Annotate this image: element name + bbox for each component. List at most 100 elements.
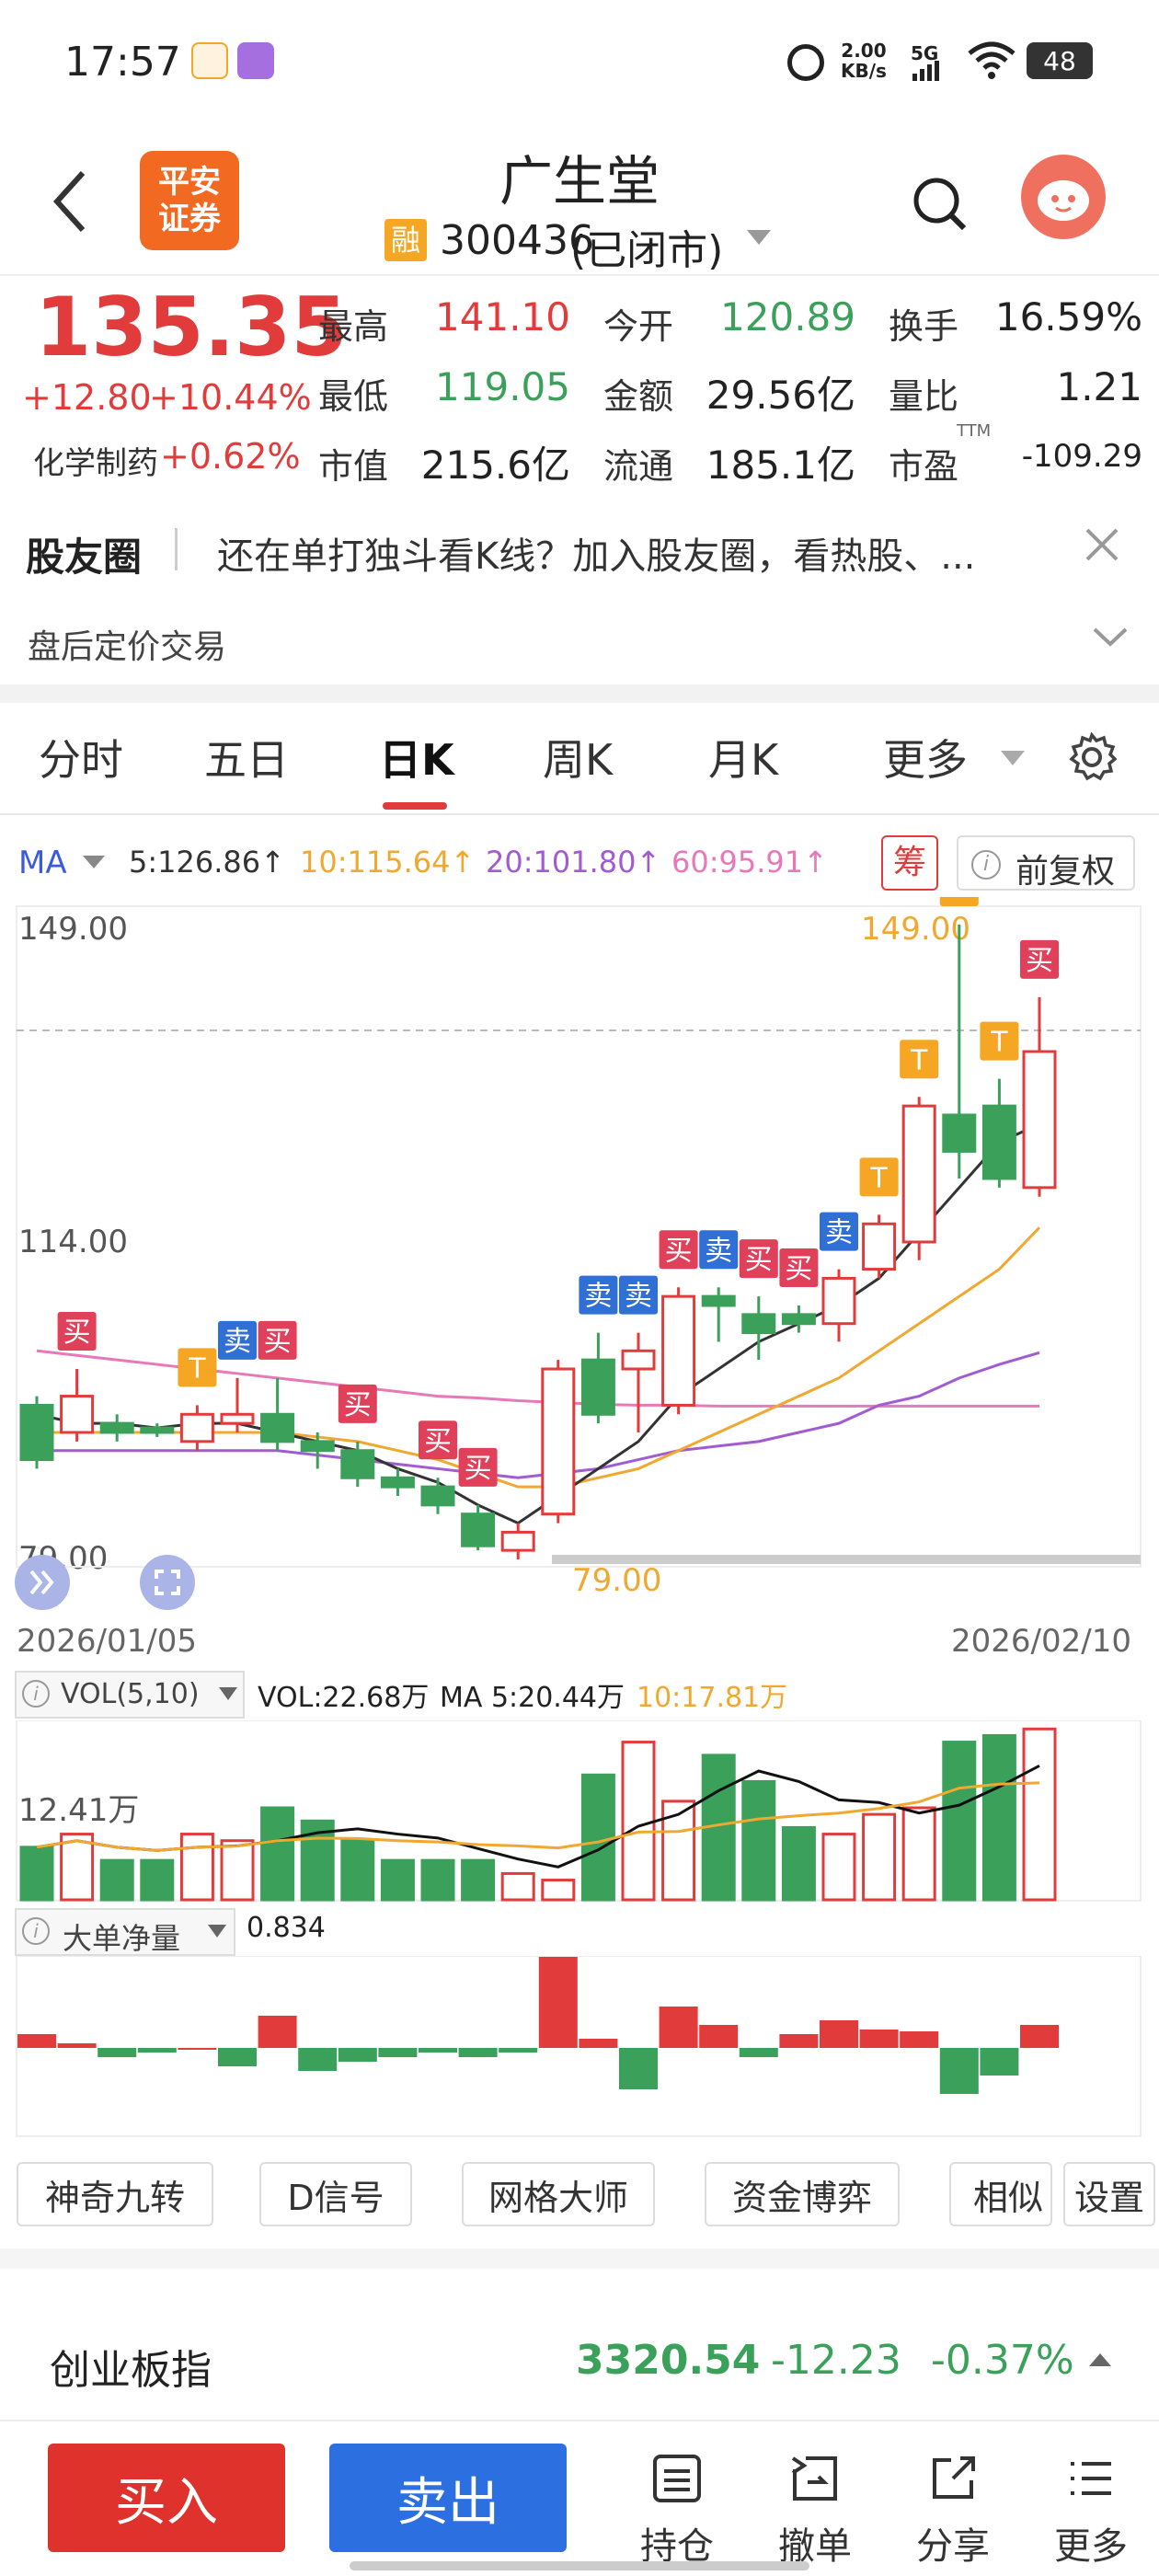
index-bar[interactable]: 创业板指 3320.54 -12.23 -0.37%	[0, 2309, 1159, 2420]
tab-rik[interactable]: 日K	[379, 727, 454, 788]
signal-icon	[912, 61, 940, 81]
tech-btn-d-signal[interactable]: D信号	[259, 2162, 412, 2226]
bigorder-frame	[16, 1956, 1142, 2137]
chip-button[interactable]: 筹	[881, 835, 938, 891]
bigorder-bar	[820, 2020, 858, 2048]
kline-chart[interactable]: 买T卖买买买买卖卖买卖买买卖TTTT买	[0, 897, 1159, 1587]
status-time: 17:57	[64, 39, 181, 86]
sector-name[interactable]: 化学制药	[33, 438, 158, 483]
volume-bar	[179, 1833, 214, 1902]
tab-yuek[interactable]: 月K	[708, 727, 778, 788]
candle-body	[821, 1276, 856, 1326]
tab-more-caret-icon[interactable]	[1001, 751, 1025, 765]
share-icon[interactable]	[925, 2451, 981, 2510]
tab-wuri[interactable]: 五日	[204, 727, 289, 788]
adjust-button[interactable]: i 前复权	[957, 835, 1135, 891]
expand-right-icon[interactable]	[15, 1555, 70, 1610]
caret-down-icon[interactable]	[747, 230, 771, 245]
volume-chart	[16, 1720, 1142, 1902]
bigorder-bar	[900, 2031, 939, 2048]
vol-caret-icon	[219, 1687, 237, 1700]
volume-bar	[621, 1741, 656, 1902]
sell-button[interactable]: 卖出	[329, 2444, 567, 2552]
bigorder-bar	[980, 2048, 1019, 2076]
low-label: 最低	[318, 376, 389, 417]
candle-body	[380, 1476, 415, 1489]
price-change-pct: +10.44%	[149, 377, 312, 418]
signal-badge-text: 买	[745, 1244, 773, 1276]
bigorder-bar	[579, 2039, 618, 2048]
community-text: 还在单打独斗看K线？加入股友圈，看热股、...	[217, 535, 976, 578]
community-title: 股友圈	[26, 535, 143, 580]
assistant-avatar-icon[interactable]	[1021, 155, 1106, 239]
menu-icon[interactable]	[1063, 2451, 1119, 2510]
candle-body	[99, 1421, 134, 1434]
bigorder-label: 大单净量	[63, 1921, 181, 1956]
signal-badge-text: T	[990, 1027, 1008, 1059]
volume-bar	[541, 1879, 576, 1902]
ma-selector[interactable]: MA	[18, 845, 67, 881]
fullscreen-icon[interactable]	[140, 1555, 195, 1610]
search-icon[interactable]	[911, 175, 970, 237]
volume-bar	[420, 1858, 455, 1902]
vol-ma5-value: MA 5:20.44万	[440, 1682, 625, 1714]
share-label[interactable]: 分享	[902, 2516, 1004, 2570]
home-indicator	[350, 2561, 809, 2570]
volume-bar	[1022, 1727, 1057, 1902]
volume-bar	[140, 1858, 175, 1902]
signal-badge-text: 卖	[625, 1281, 652, 1313]
gear-icon[interactable]	[1067, 731, 1118, 786]
open-label: 今开	[603, 306, 674, 347]
tab-more[interactable]: 更多	[883, 727, 968, 788]
bigorder-bar	[859, 2030, 899, 2048]
bigorder-bar	[779, 2034, 819, 2048]
chevron-down-icon[interactable]	[1091, 624, 1130, 655]
close-icon[interactable]	[1082, 524, 1122, 569]
community-banner[interactable]: 股友圈 还在单打独斗看K线？加入股友圈，看热股、...	[0, 497, 1159, 598]
tech-btn-grid-master[interactable]: 网格大师	[462, 2162, 655, 2226]
high-label: 最高	[318, 306, 389, 347]
signal-badge-text: 卖	[224, 1326, 251, 1358]
bigorder-indicator-selector[interactable]: i 大单净量	[15, 1908, 235, 1956]
ma60-value: 60:95.91↑	[671, 845, 828, 880]
bigorder-bar	[419, 2048, 457, 2053]
cancel-order-icon[interactable]	[787, 2451, 843, 2510]
tech-btn-settings[interactable]: 设置	[1063, 2162, 1155, 2226]
caret-up-icon[interactable]	[1089, 2353, 1111, 2366]
bigorder-bar	[218, 2048, 257, 2066]
index-change: -12.23	[771, 2337, 901, 2384]
candle-body	[901, 1104, 936, 1244]
bigorder-bar	[378, 2048, 418, 2057]
candle-body	[340, 1449, 375, 1479]
candle-body	[179, 1412, 214, 1443]
index-change-pct: -0.37%	[931, 2337, 1074, 2384]
volume-bar	[580, 1773, 615, 1902]
mktcap-label: 市值	[318, 446, 389, 487]
signal-badge-text: 买	[344, 1389, 372, 1421]
candle-body	[981, 1104, 1016, 1180]
price-change: +12.80	[22, 377, 152, 418]
net-speed: 2.00 KB/s	[841, 40, 887, 81]
candle-body	[661, 1294, 696, 1407]
volume-bar	[260, 1806, 295, 1902]
sector-change: +0.62%	[160, 436, 301, 477]
after-hours-row[interactable]: 盘后定价交易	[0, 598, 1159, 681]
chevron-left-icon[interactable]	[52, 169, 88, 237]
adjust-label: 前复权	[1016, 853, 1116, 891]
bigorder-value: 0.834	[247, 1912, 326, 1944]
signal-badge-text: 卖	[825, 1217, 853, 1249]
position-icon[interactable]	[649, 2451, 705, 2510]
buy-button[interactable]: 买入	[48, 2444, 285, 2552]
signal-badge-text: T	[950, 897, 969, 904]
vol-indicator-selector[interactable]: i VOL(5,10)	[15, 1671, 245, 1719]
volume-bar	[741, 1779, 776, 1902]
tech-btn-magic-nine[interactable]: 神奇九转	[17, 2162, 213, 2226]
ma-caret-icon[interactable]	[83, 856, 105, 868]
tab-fenshi[interactable]: 分时	[39, 727, 123, 788]
open-value: 120.89	[720, 294, 855, 339]
signal-badge-text: 卖	[705, 1235, 732, 1267]
tab-zhouk[interactable]: 周K	[543, 727, 613, 788]
more-label[interactable]: 更多	[1040, 2516, 1142, 2570]
tech-btn-capital-game[interactable]: 资金博弈	[705, 2162, 900, 2226]
tech-btn-similar[interactable]: 相似	[949, 2162, 1052, 2226]
